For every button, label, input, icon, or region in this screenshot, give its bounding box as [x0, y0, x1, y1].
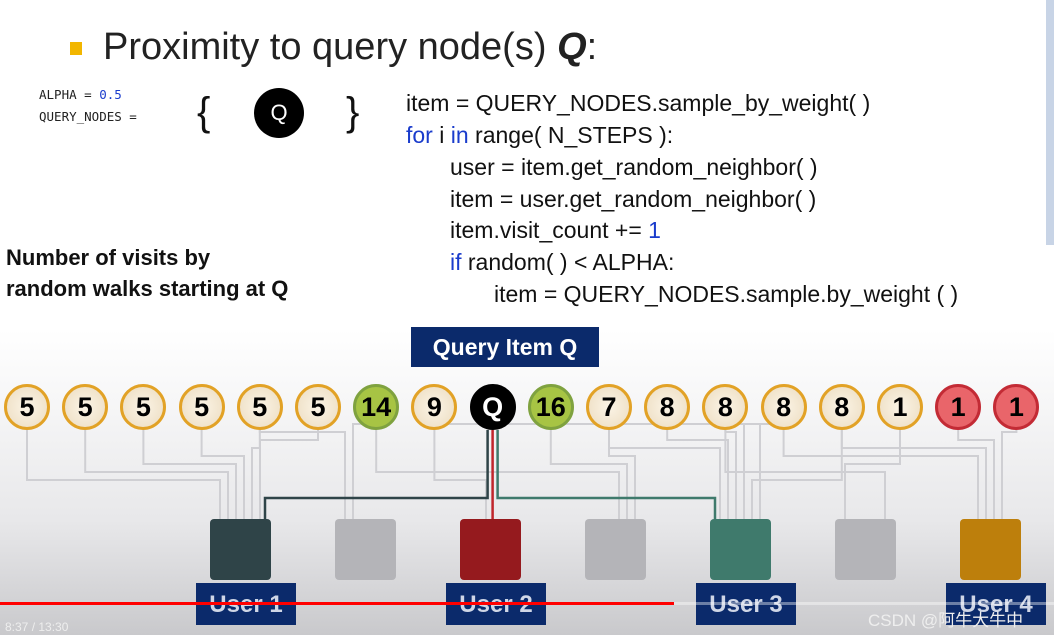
item-node: 5 [236, 384, 283, 430]
graph-edge [200, 430, 245, 519]
graph-edge [352, 423, 378, 519]
item-node: 5 [295, 384, 341, 430]
graph-edge [724, 430, 886, 519]
graph-edge [84, 430, 229, 519]
user-node [960, 519, 1021, 580]
active-edge-user3 [496, 430, 717, 519]
query-item-node: Q [469, 384, 516, 430]
item-node: 5 [62, 384, 109, 430]
user-node [585, 519, 646, 580]
graph-edge [782, 430, 979, 519]
item-node: 16 [527, 384, 574, 430]
item-node: 1 [935, 384, 982, 430]
item-node: 8 [818, 384, 865, 430]
item-node: 7 [586, 384, 632, 430]
graph-edge [840, 430, 987, 519]
item-node: 8 [760, 384, 807, 430]
user-node [710, 519, 771, 580]
graph-edge [433, 430, 487, 519]
graph-edge [957, 430, 995, 519]
graph-edge [844, 430, 901, 519]
item-node: 14 [353, 384, 400, 430]
graph-edge [1001, 430, 1018, 519]
item-node: 5 [178, 384, 225, 430]
user-node [210, 519, 271, 580]
user-node [460, 519, 521, 580]
item-node: 5 [4, 384, 50, 430]
user-node [835, 519, 896, 580]
watermark: CSDN @阿牛大牛中 [868, 611, 1024, 630]
progress-bar[interactable] [0, 602, 1054, 605]
user-node [335, 519, 396, 580]
graph-edge [258, 430, 346, 519]
item-node: 8 [644, 384, 691, 430]
graph-edge [549, 430, 628, 519]
graph-edge [142, 430, 237, 519]
graph-edge [26, 430, 221, 519]
graph-edge [666, 430, 729, 519]
graph-edge [751, 430, 843, 519]
graph-edge [724, 430, 737, 519]
item-node: 1 [877, 384, 923, 430]
time-display: 8:37 / 13:30 [5, 620, 69, 634]
graph-edge [259, 430, 319, 519]
graph-edge [608, 430, 636, 519]
graph-edge [608, 430, 721, 519]
progress-fill [0, 602, 674, 605]
graph-edge [251, 430, 261, 519]
slide: Proximity to query node(s) Q: ALPHA = 0.… [0, 0, 1054, 635]
